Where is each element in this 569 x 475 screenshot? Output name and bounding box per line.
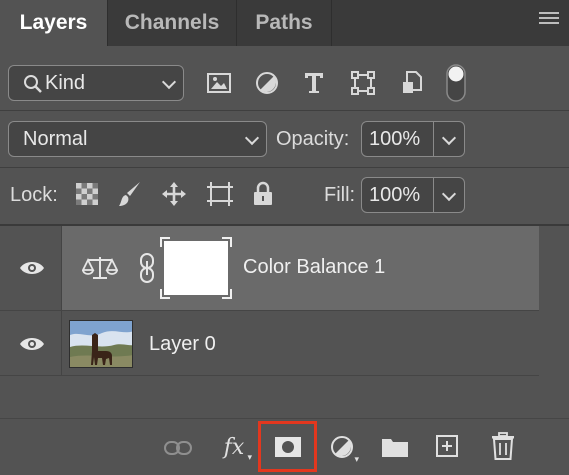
adjustment-filter-icon[interactable]	[254, 70, 280, 96]
adjustment-layer-icon[interactable]: ▾	[327, 431, 359, 465]
lock-position-move-icon[interactable]	[160, 180, 188, 208]
opacity-field[interactable]: 100%	[361, 121, 465, 157]
divider	[0, 110, 569, 111]
add-mask-icon[interactable]	[273, 434, 303, 460]
eye-icon	[20, 338, 44, 350]
search-icon	[24, 75, 42, 93]
layer-thumbnail	[69, 320, 133, 368]
layers-footer-toolbar: fx ▾ ▾	[0, 418, 569, 475]
chevron-down-icon[interactable]	[441, 130, 457, 146]
panel-tab-bar: Layers Channels Paths	[0, 0, 569, 46]
tab-paths[interactable]: Paths	[237, 0, 332, 46]
trash-icon[interactable]	[489, 431, 517, 461]
lock-transparent-pixels-icon[interactable]	[75, 182, 99, 206]
lock-all-icon[interactable]	[252, 180, 274, 208]
eye-icon	[20, 262, 44, 274]
blend-mode-select[interactable]: Normal	[8, 121, 267, 157]
layers-scrollbar[interactable]	[539, 226, 569, 418]
fill-label: Fill:	[324, 184, 356, 206]
filter-toggle-switch[interactable]	[446, 64, 466, 102]
llama-photo-thumbnail	[70, 321, 132, 367]
filter-kind-select[interactable]: Kind	[8, 65, 184, 101]
fx-icon[interactable]: fx ▾	[216, 429, 252, 465]
lock-label: Lock:	[10, 184, 58, 206]
smart-object-filter-icon[interactable]	[400, 69, 424, 97]
chevron-down-icon	[161, 74, 177, 90]
opacity-label: Opacity:	[276, 128, 350, 150]
layer-mask-thumbnail[interactable]	[160, 237, 232, 299]
visibility-toggle[interactable]	[0, 311, 62, 375]
panel-menu-icon[interactable]	[539, 12, 559, 26]
link-layers-icon[interactable]	[163, 433, 193, 463]
lock-artboard-icon[interactable]	[205, 180, 235, 208]
layer-name: Color Balance 1	[243, 256, 386, 278]
tab-layers[interactable]: Layers	[0, 0, 108, 46]
shape-filter-icon[interactable]	[350, 70, 376, 96]
group-folder-icon[interactable]	[380, 433, 410, 461]
mask-link-icon[interactable]	[138, 252, 156, 284]
layer-name: Layer 0	[149, 333, 216, 355]
tab-channels[interactable]: Channels	[108, 0, 237, 46]
fill-field[interactable]: 100%	[361, 177, 465, 213]
chevron-down-icon	[244, 130, 260, 146]
layer-row-color-balance[interactable]: Color Balance 1	[0, 226, 539, 310]
divider	[0, 167, 569, 168]
pixel-layer-filter-icon[interactable]	[206, 71, 232, 95]
new-layer-icon[interactable]	[433, 432, 461, 460]
layer-row-layer-0[interactable]: Layer 0	[0, 310, 539, 376]
lock-image-pixels-brush-icon[interactable]	[117, 180, 143, 208]
color-balance-icon	[82, 257, 118, 279]
type-filter-icon[interactable]	[301, 69, 327, 97]
chevron-down-icon[interactable]	[441, 186, 457, 202]
visibility-toggle[interactable]	[0, 226, 62, 310]
